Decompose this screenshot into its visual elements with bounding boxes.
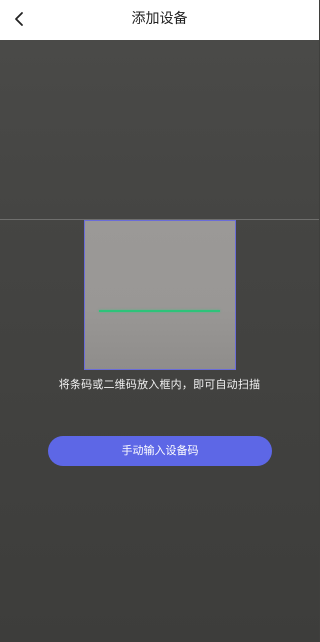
- top-bar: 添加设备: [0, 0, 319, 40]
- scan-hint: 将条码或二维码放入框内，即可自动扫描: [58, 378, 261, 391]
- page-title: 添加设备: [131, 11, 188, 27]
- scan-line: [99, 310, 220, 312]
- scan-frame: [84, 220, 236, 370]
- manual-input-button[interactable]: 手动输入设备码: [48, 436, 272, 466]
